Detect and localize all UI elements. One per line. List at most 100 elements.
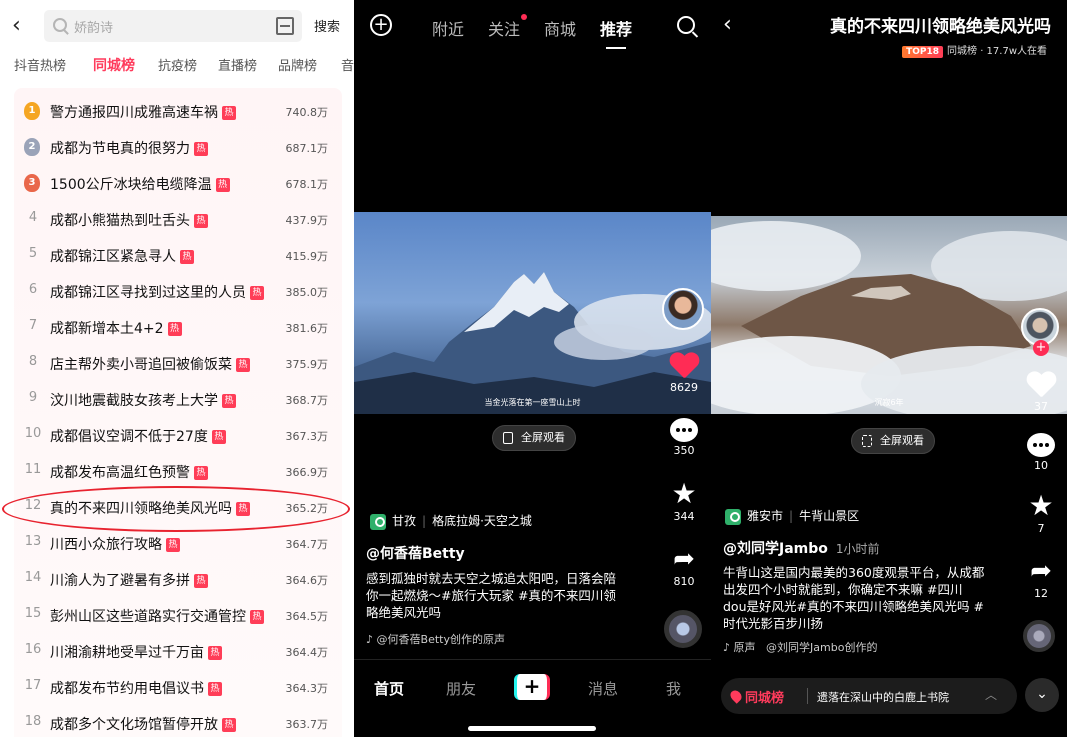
list-item-title: 成都小熊猫热到吐舌头热 — [50, 210, 208, 230]
create-button[interactable]: + — [514, 674, 550, 700]
share-button[interactable]: ➦ 810 — [662, 545, 706, 588]
list-item[interactable]: 12 真的不来四川领略绝美风光吗热 365.2万 — [2, 486, 350, 532]
follow-plus-icon[interactable]: + — [1033, 340, 1049, 356]
chevron-down-icon[interactable]: ⌄ — [1025, 678, 1059, 712]
list-item-title: 川湘渝耕地受旱过千万亩热 — [50, 642, 222, 662]
nav-following[interactable]: 关注 — [488, 16, 520, 40]
tab-douyin-hot[interactable]: 抖音热榜 — [14, 55, 66, 74]
hot-badge: 热 — [222, 718, 236, 732]
favorite-count: 7 — [1037, 522, 1045, 535]
comment-button[interactable]: 350 — [662, 418, 706, 457]
search-input[interactable]: 娇韵诗 — [44, 10, 302, 42]
share-icon: ➦ — [673, 544, 695, 574]
list-item[interactable]: 16 川湘渝耕地受旱过千万亩热 364.4万 — [14, 634, 342, 670]
nav-home[interactable]: 首页 — [374, 678, 404, 699]
list-item[interactable]: 7 成都新增本土4+2 热 381.6万 — [14, 310, 342, 346]
comment-count: 10 — [1034, 459, 1048, 472]
location-tag[interactable]: 甘孜 | 格底拉姆·天空之城 — [370, 512, 532, 534]
music-info[interactable]: ♪ @何香蓓Betty创作的原声 — [366, 631, 552, 647]
like-button[interactable]: 8629 — [662, 353, 706, 394]
tab-brand[interactable]: 品牌榜 — [278, 55, 317, 74]
list-item-title: 1500公斤冰块给电缆降温热 — [50, 174, 230, 194]
share-button[interactable]: ➦ 12 — [1021, 557, 1061, 600]
back-icon[interactable]: ‹ — [12, 12, 32, 40]
list-item[interactable]: 8 店主帮外卖小哥追回被偷饭菜热 375.9万 — [14, 346, 342, 382]
comment-button[interactable]: 10 — [1021, 433, 1061, 472]
list-item[interactable]: 17 成都发布节约用电倡议书热 364.3万 — [14, 670, 342, 706]
share-count: 12 — [1034, 587, 1048, 600]
tab-live[interactable]: 直播榜 — [218, 55, 257, 74]
music-disc[interactable] — [1023, 620, 1059, 652]
list-item[interactable]: 10 成都倡议空调不低于27度热 367.3万 — [14, 418, 342, 454]
heat-count: 364.4万 — [285, 646, 329, 659]
hot-badge: 热 — [208, 682, 222, 696]
list-item[interactable]: 1 警方通报四川成雅高速车祸热 740.8万 — [14, 94, 342, 130]
list-item[interactable]: 9 汶川地震截肢女孩考上大学热 368.7万 — [14, 382, 342, 418]
heat-count: 364.6万 — [285, 574, 329, 587]
list-item[interactable]: 6 成都锦江区寻找到过这里的人员热 385.0万 — [14, 274, 342, 310]
nav-me[interactable]: 我 — [666, 678, 681, 699]
list-item[interactable]: 14 川渝人为了避暑有多拼热 364.6万 — [14, 562, 342, 598]
fullscreen-icon — [862, 435, 872, 447]
author-avatar[interactable] — [662, 288, 706, 330]
fullscreen-button[interactable]: 全屏观看 — [492, 425, 576, 451]
rank-number: 11 — [24, 462, 42, 477]
hot-badge: 热 — [208, 646, 222, 660]
tab-anti-epidemic[interactable]: 抗疫榜 — [158, 55, 197, 74]
hot-badge: 热 — [236, 358, 250, 372]
like-count: 8629 — [670, 381, 698, 394]
rank-number: 16 — [24, 642, 42, 657]
topic-text: 成都倡议空调不低于27度 — [50, 429, 208, 445]
music-disc[interactable] — [664, 610, 704, 648]
nav-friends[interactable]: 朋友 — [446, 678, 476, 699]
location-icon — [725, 508, 741, 525]
search-button[interactable]: 搜索 — [314, 16, 340, 35]
author-name[interactable]: @刘同学Jambo 1小时前 — [723, 538, 880, 558]
heat-count: 678.1万 — [285, 178, 329, 191]
list-item[interactable]: 3 1500公斤冰块给电缆降温热 678.1万 — [14, 166, 342, 202]
fullscreen-button[interactable]: 全屏观看 — [851, 428, 935, 454]
tab-local[interactable]: 同城榜 — [93, 55, 135, 75]
home-indicator — [468, 726, 596, 731]
list-item[interactable]: 2 成都为节电真的很努力热 687.1万 — [14, 130, 342, 166]
music-prefix: 原声 — [733, 641, 756, 654]
scan-icon[interactable] — [276, 17, 294, 35]
chevron-up-icon[interactable]: ︿ — [985, 686, 997, 703]
tab-music[interactable]: 音 — [341, 55, 354, 74]
rank-number: 14 — [24, 570, 42, 585]
back-icon[interactable]: ‹ — [723, 12, 732, 37]
video-player[interactable]: 沉寂6年 — [711, 216, 1067, 414]
rank-subtitle[interactable]: TOP18 同城榜 · 17.7w人在看 — [902, 42, 1047, 58]
rank-number: 10 — [24, 426, 42, 441]
nav-messages[interactable]: 消息 — [588, 678, 618, 699]
list-item[interactable]: 11 成都发布高温红色预警热 366.9万 — [14, 454, 342, 490]
video-player[interactable]: 当金光落在第一座雪山上时 — [354, 212, 711, 414]
nav-mall[interactable]: 商城 — [544, 16, 576, 40]
favorite-button[interactable]: ★ 7 — [1021, 492, 1061, 536]
like-button[interactable]: 37 — [1021, 372, 1061, 413]
nav-recommend[interactable]: 推荐 — [600, 16, 632, 49]
author-avatar[interactable]: + — [1021, 308, 1061, 356]
topic-text: 成都锦江区寻找到过这里的人员 — [50, 285, 246, 301]
list-item[interactable]: 13 川西小众旅行攻略热 364.7万 — [14, 526, 342, 562]
topic-text: 成都多个文化场馆暂停开放 — [50, 717, 218, 733]
music-info[interactable]: ♪ 原声 @刘同学Jambo创作的 — [723, 639, 909, 655]
add-icon[interactable]: + — [370, 14, 392, 36]
heat-count: 368.7万 — [285, 394, 329, 407]
rank-number: 9 — [28, 390, 38, 405]
nav-nearby[interactable]: 附近 — [432, 16, 464, 40]
location-tag[interactable]: 雅安市 | 牛背山景区 — [725, 507, 859, 529]
location-place: 格底拉姆·天空之城 — [432, 514, 532, 528]
list-item[interactable]: 15 彭州山区这些道路实行交通管控热 364.5万 — [14, 598, 342, 634]
fullscreen-label: 全屏观看 — [880, 434, 924, 447]
list-item[interactable]: 4 成都小熊猫热到吐舌头热 437.9万 — [14, 202, 342, 238]
list-item[interactable]: 5 成都锦江区紧急寻人热 415.9万 — [14, 238, 342, 274]
local-rank-bar[interactable]: 同城榜 遗落在深山中的白鹿上书院 ︿ — [721, 678, 1017, 714]
favorite-button[interactable]: ★ 344 — [662, 480, 706, 524]
author-name[interactable]: @何香蓓Betty — [366, 543, 465, 563]
topic-text: 成都小熊猫热到吐舌头 — [50, 213, 190, 229]
topic-text: 彭州山区这些道路实行交通管控 — [50, 609, 246, 625]
search-icon[interactable] — [677, 16, 695, 34]
list-item[interactable]: 18 成都多个文化场馆暂停开放热 363.7万 — [14, 706, 342, 737]
list-item-title: 成都多个文化场馆暂停开放热 — [50, 714, 236, 734]
